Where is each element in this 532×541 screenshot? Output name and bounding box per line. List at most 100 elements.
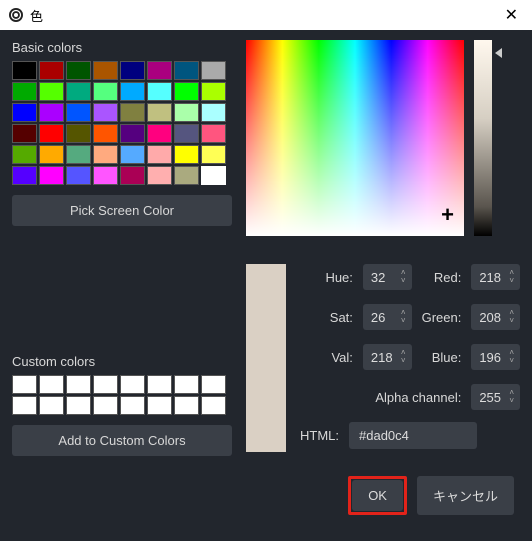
basic-swatch[interactable]: [147, 145, 172, 164]
basic-swatch[interactable]: [120, 145, 145, 164]
basic-swatch[interactable]: [120, 61, 145, 80]
val-label: Val:: [325, 350, 352, 365]
custom-swatch[interactable]: [120, 375, 145, 394]
chevron-down-icon: ˅: [507, 397, 516, 405]
chevron-down-icon: ˅: [399, 357, 408, 365]
html-input[interactable]: [349, 422, 477, 449]
html-label: HTML:: [300, 428, 339, 443]
basic-swatch[interactable]: [174, 103, 199, 122]
basic-swatch[interactable]: [93, 82, 118, 101]
basic-swatch[interactable]: [174, 145, 199, 164]
basic-swatch[interactable]: [39, 103, 64, 122]
custom-swatch[interactable]: [201, 375, 226, 394]
basic-swatch[interactable]: [12, 145, 37, 164]
custom-swatch[interactable]: [12, 396, 37, 415]
custom-swatch[interactable]: [120, 396, 145, 415]
basic-swatch[interactable]: [66, 145, 91, 164]
basic-swatch[interactable]: [93, 61, 118, 80]
custom-swatch[interactable]: [147, 375, 172, 394]
slider-arrow-icon: [495, 48, 502, 58]
basic-swatch[interactable]: [174, 166, 199, 185]
hue-input[interactable]: 32˄˅: [363, 264, 412, 290]
basic-swatch[interactable]: [12, 124, 37, 143]
basic-swatch[interactable]: [120, 166, 145, 185]
close-icon[interactable]: ✕: [499, 5, 524, 25]
basic-swatch[interactable]: [39, 145, 64, 164]
custom-swatch[interactable]: [66, 375, 91, 394]
chevron-down-icon: ˅: [507, 277, 516, 285]
custom-swatch[interactable]: [174, 375, 199, 394]
custom-swatch[interactable]: [93, 375, 118, 394]
custom-swatch[interactable]: [147, 396, 172, 415]
basic-swatch[interactable]: [147, 82, 172, 101]
basic-swatch[interactable]: [39, 82, 64, 101]
basic-swatch[interactable]: [93, 145, 118, 164]
basic-swatch[interactable]: [12, 82, 37, 101]
hue-label: Hue:: [325, 270, 352, 285]
chevron-down-icon: ˅: [399, 277, 408, 285]
red-label: Red:: [422, 270, 462, 285]
custom-swatch[interactable]: [201, 396, 226, 415]
chevron-down-icon: ˅: [507, 317, 516, 325]
titlebar: 色 ✕: [0, 0, 532, 30]
basic-swatch[interactable]: [201, 145, 226, 164]
basic-swatch[interactable]: [201, 166, 226, 185]
blue-label: Blue:: [422, 350, 462, 365]
custom-swatch[interactable]: [39, 396, 64, 415]
basic-swatch[interactable]: [12, 166, 37, 185]
basic-swatch[interactable]: [66, 82, 91, 101]
pick-screen-color-button[interactable]: Pick Screen Color: [12, 195, 232, 226]
green-input[interactable]: 208˄˅: [471, 304, 520, 330]
add-to-custom-button[interactable]: Add to Custom Colors: [12, 425, 232, 456]
basic-swatch[interactable]: [174, 82, 199, 101]
cancel-button[interactable]: キャンセル: [417, 476, 514, 515]
alpha-label: Alpha channel:: [375, 390, 461, 405]
basic-swatch[interactable]: [39, 166, 64, 185]
basic-swatch[interactable]: [39, 124, 64, 143]
basic-swatch[interactable]: [147, 103, 172, 122]
val-input[interactable]: 218˄˅: [363, 344, 412, 370]
basic-swatch[interactable]: [12, 103, 37, 122]
basic-swatch[interactable]: [147, 166, 172, 185]
sat-input[interactable]: 26˄˅: [363, 304, 412, 330]
color-gradient[interactable]: +: [246, 40, 464, 236]
basic-swatch[interactable]: [201, 82, 226, 101]
basic-swatch[interactable]: [201, 103, 226, 122]
custom-swatch[interactable]: [66, 396, 91, 415]
alpha-input[interactable]: 255˄˅: [471, 384, 520, 410]
sat-label: Sat:: [325, 310, 352, 325]
basic-swatch[interactable]: [147, 124, 172, 143]
ok-button[interactable]: OK: [352, 480, 403, 511]
basic-swatch[interactable]: [120, 103, 145, 122]
basic-swatch[interactable]: [93, 103, 118, 122]
value-slider[interactable]: [474, 40, 492, 236]
basic-swatch[interactable]: [120, 82, 145, 101]
basic-swatch[interactable]: [66, 166, 91, 185]
basic-swatch[interactable]: [120, 124, 145, 143]
basic-swatch[interactable]: [201, 124, 226, 143]
current-color-preview: [246, 264, 286, 452]
blue-input[interactable]: 196˄˅: [471, 344, 520, 370]
basic-swatch[interactable]: [12, 61, 37, 80]
custom-swatch[interactable]: [174, 396, 199, 415]
custom-swatch[interactable]: [39, 375, 64, 394]
basic-swatch[interactable]: [66, 61, 91, 80]
window-title: 色: [30, 6, 43, 25]
basic-swatch[interactable]: [147, 61, 172, 80]
basic-swatch[interactable]: [66, 124, 91, 143]
red-input[interactable]: 218˄˅: [471, 264, 520, 290]
basic-swatch[interactable]: [174, 124, 199, 143]
basic-swatch[interactable]: [39, 61, 64, 80]
basic-swatch[interactable]: [93, 124, 118, 143]
basic-swatch[interactable]: [66, 103, 91, 122]
obs-icon: [8, 7, 24, 23]
custom-swatch[interactable]: [12, 375, 37, 394]
custom-colors-label: Custom colors: [12, 354, 232, 369]
basic-swatch[interactable]: [201, 61, 226, 80]
chevron-down-icon: ˅: [399, 317, 408, 325]
ok-highlight: OK: [348, 476, 407, 515]
crosshair-icon: +: [441, 204, 454, 226]
basic-swatch[interactable]: [174, 61, 199, 80]
custom-swatch[interactable]: [93, 396, 118, 415]
basic-swatch[interactable]: [93, 166, 118, 185]
